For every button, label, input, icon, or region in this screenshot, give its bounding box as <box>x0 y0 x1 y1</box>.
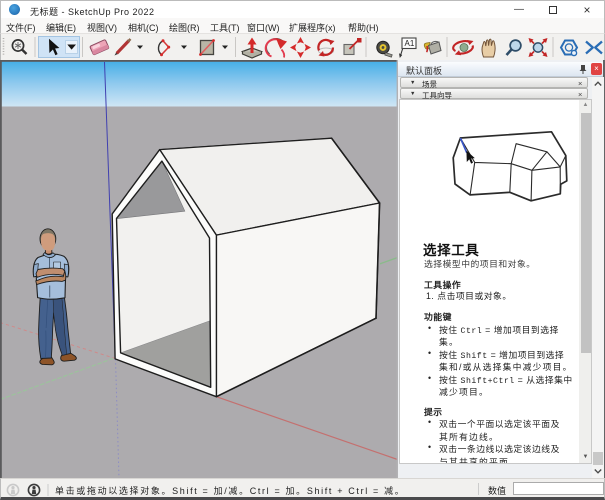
svg-text:A1: A1 <box>405 39 415 48</box>
